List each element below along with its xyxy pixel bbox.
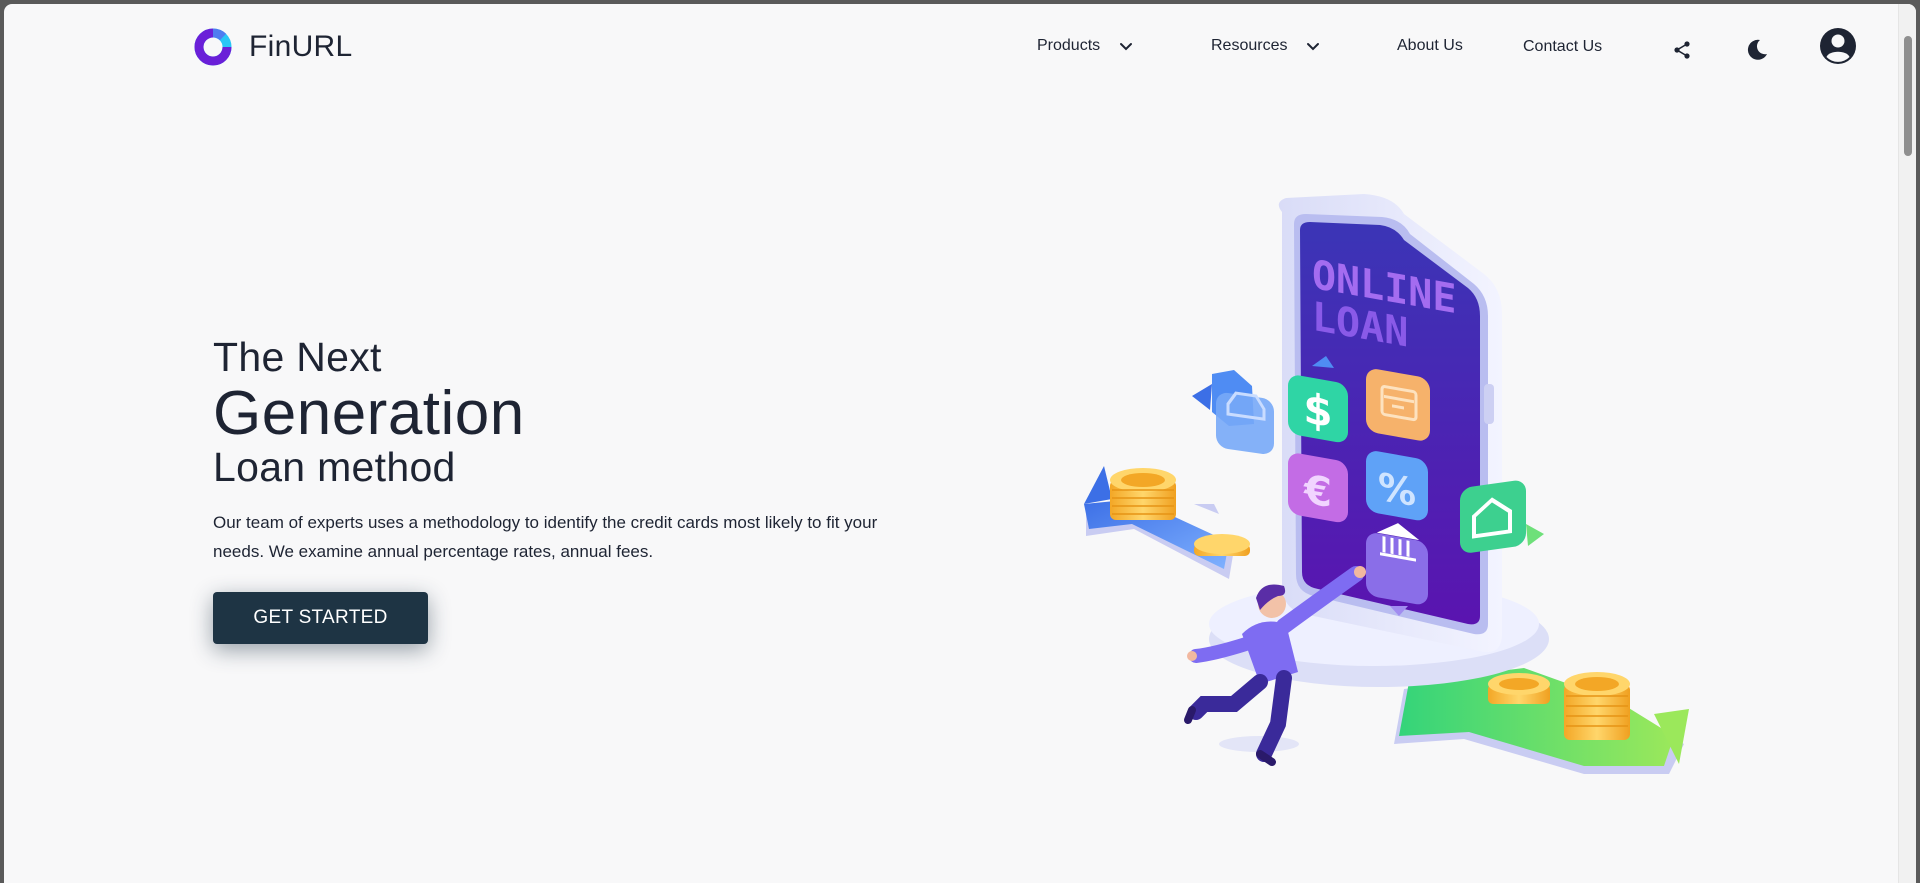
home-tile [1460,480,1544,553]
online-loan-illustration: ONLINE LOAN $ € % [1084,194,1689,774]
nav-contact-us-label: Contact Us [1523,38,1603,55]
share-icon [1674,41,1690,59]
nav-products[interactable]: Products [1037,37,1134,55]
coin-stack-right-2 [1564,672,1630,740]
nav-contact-us[interactable]: Contact Us [1523,38,1602,56]
nav-about-us-label: About Us [1397,37,1463,54]
euro-tile: € [1288,453,1348,523]
share-button[interactable] [1670,32,1694,68]
car-tile [1192,370,1274,454]
vertical-scrollbar[interactable] [1898,4,1916,883]
hero-title-line-3: Loan method [213,444,456,490]
hero-description: Our team of experts uses a methodology t… [213,513,878,561]
brand-logo[interactable]: FinURL [193,27,353,67]
brand-name: FinURL [249,30,353,63]
coin-stack-right-1 [1488,673,1550,704]
logo-ring-icon [194,28,232,66]
percent-tile: % [1366,451,1428,521]
site-header: FinURL Products Resources About Us Conta… [4,4,1898,94]
nav-resources-label: Resources [1211,37,1288,54]
hero-title-line-1: The Next [213,334,382,380]
scrollbar-thumb[interactable] [1904,36,1912,156]
nav-products-label: Products [1037,37,1101,54]
hero-title-line-2: Generation [213,379,525,448]
svg-text:€: € [1303,465,1332,517]
chevron-down-icon [1120,43,1133,51]
account-icon [1820,28,1856,64]
nav-about-us[interactable]: About Us [1397,37,1463,55]
coin-stack-small [1194,534,1250,556]
coin-stack-left [1110,468,1176,520]
browser-viewport: FinURL Products Resources About Us Conta… [4,4,1916,883]
account-button[interactable] [1818,26,1858,66]
nav-resources[interactable]: Resources [1211,37,1321,55]
svg-text:$: $ [1303,384,1332,438]
svg-text:%: % [1378,465,1416,516]
get-started-button[interactable]: GET STARTED [213,592,428,644]
chevron-down-icon [1307,43,1320,51]
theme-toggle-button[interactable] [1743,32,1771,68]
calendar-tile [1366,369,1430,441]
moon-icon [1747,39,1767,60]
